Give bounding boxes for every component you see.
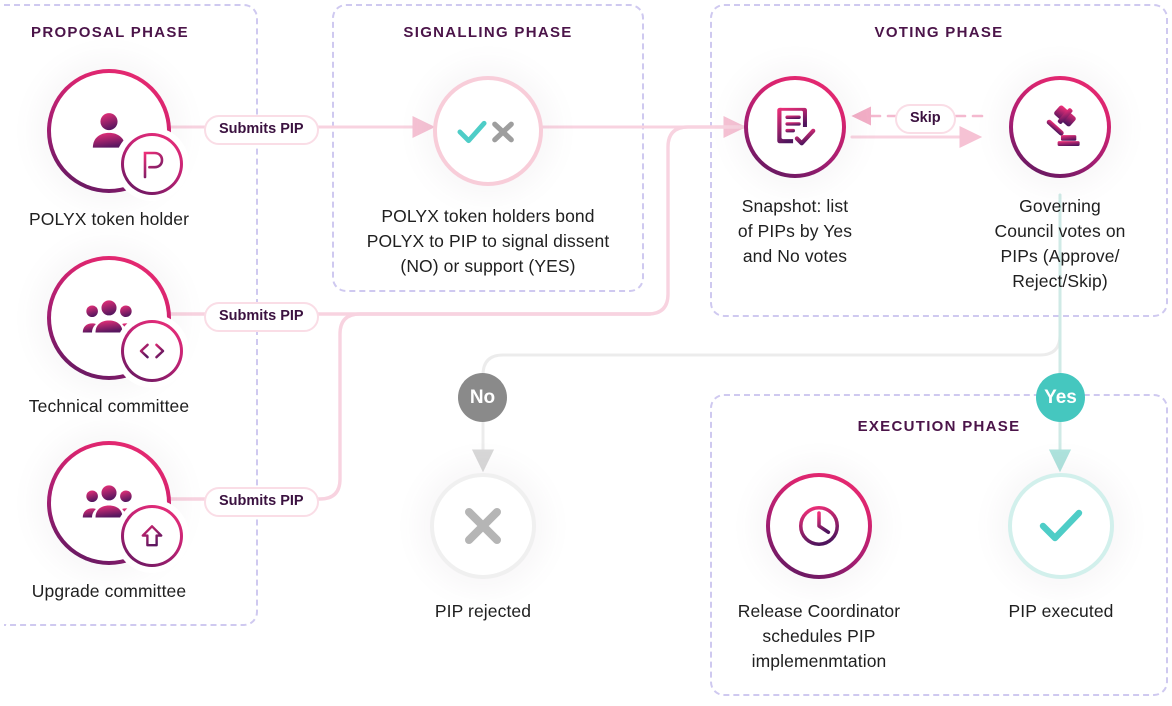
node-polyx-token-holder[interactable]: POLYX token holder (9, 69, 209, 232)
polyx-token-holder-label: POLYX token holder (28, 209, 190, 229)
upgrade-committee-circle (47, 441, 180, 565)
signalling-label-line: POLYX token holders bond (381, 206, 595, 226)
node-technical-committee[interactable]: Technical committee (9, 256, 209, 419)
snapshot-label-line: Snapshot: list (741, 196, 849, 216)
technical-committee-circle (47, 256, 180, 380)
snapshot-label-line: of PIPs by Yes (737, 220, 853, 241)
phase-title-proposal: PROPOSAL PHASE (31, 24, 189, 41)
pip-rejected-label: PIP rejected (434, 601, 532, 621)
governing-council-label-line: Governing (1019, 196, 1101, 216)
signalling-circle (433, 76, 543, 186)
phase-title-voting: VOTING PHASE (874, 24, 1004, 41)
phase-title-execution: EXECUTION PHASE (857, 418, 1021, 435)
release-coordinator-label-line: schedules PIP (762, 625, 876, 646)
up-arrow-badge (121, 505, 183, 567)
release-coordinator-label-line: implemenmtation (751, 650, 887, 671)
node-upgrade-committee[interactable]: Upgrade committee (9, 441, 209, 604)
edge-label-submits-pip-upgrade[interactable]: Submits PIP (204, 487, 319, 517)
node-signalling[interactable]: POLYX token holders bond POLYX to PIP to… (343, 76, 633, 279)
phase-title-signalling: SIGNALLING PHASE (403, 24, 573, 41)
release-coordinator-label-line: Release Coordinator (737, 601, 901, 621)
node-release-coordinator[interactable]: Release Coordinator schedules PIP implem… (719, 473, 919, 674)
cross-icon (465, 508, 501, 544)
polyx-token-holder-circle (47, 69, 180, 193)
gavel-icon (1046, 105, 1080, 146)
governing-council-label-line: Reject/Skip) (1012, 270, 1108, 291)
edge-label-submits-pip-technical[interactable]: Submits PIP (204, 302, 319, 332)
governing-council-label-line: PIPs (Approve/ (1000, 245, 1120, 266)
release-coordinator-circle (766, 473, 872, 579)
snapshot-label: Snapshot: list of PIPs by Yes and No vot… (712, 194, 878, 269)
governance-flow-diagram: PROPOSAL PHASE SIGNALLING PHASE VOTING P… (0, 0, 1172, 706)
check-and-cross-icon (457, 120, 514, 144)
check-icon (1039, 509, 1083, 542)
node-governing-council[interactable]: Governing Council votes on PIPs (Approve… (962, 76, 1158, 293)
node-snapshot[interactable]: Snapshot: list of PIPs by Yes and No vot… (712, 76, 878, 269)
signalling-label-line: (NO) or support (YES) (400, 255, 576, 276)
release-coordinator-label: Release Coordinator schedules PIP implem… (719, 599, 919, 674)
governing-council-circle (1009, 76, 1111, 178)
edge-label-skip[interactable]: Skip (895, 104, 956, 134)
code-brackets-icon (139, 343, 165, 359)
edge-badge-no[interactable]: No (458, 373, 507, 422)
code-brackets-badge (121, 320, 183, 382)
edge-badge-yes[interactable]: Yes (1036, 373, 1085, 422)
signalling-label-line: POLYX to PIP to signal dissent (366, 230, 610, 251)
pip-executed-circle (1008, 473, 1114, 579)
node-pip-rejected[interactable]: PIP rejected (383, 473, 583, 624)
snapshot-label-line: and No votes (742, 245, 848, 266)
signalling-label: POLYX token holders bond POLYX to PIP to… (343, 204, 633, 279)
technical-committee-label: Technical committee (28, 396, 190, 416)
snapshot-circle (744, 76, 846, 178)
governing-council-label: Governing Council votes on PIPs (Approve… (962, 194, 1158, 293)
pip-rejected-circle (430, 473, 536, 579)
clock-icon (799, 506, 839, 546)
node-pip-executed[interactable]: PIP executed (961, 473, 1161, 624)
document-check-icon (777, 107, 816, 146)
governing-council-label-line: Council votes on (994, 220, 1126, 241)
polymesh-p-badge (121, 133, 183, 195)
edge-label-submits-pip-holder[interactable]: Submits PIP (204, 115, 319, 145)
pip-executed-label: PIP executed (1008, 601, 1114, 621)
polymesh-p-icon (143, 151, 164, 179)
up-arrow-icon (141, 525, 163, 547)
upgrade-committee-label: Upgrade committee (31, 581, 187, 601)
